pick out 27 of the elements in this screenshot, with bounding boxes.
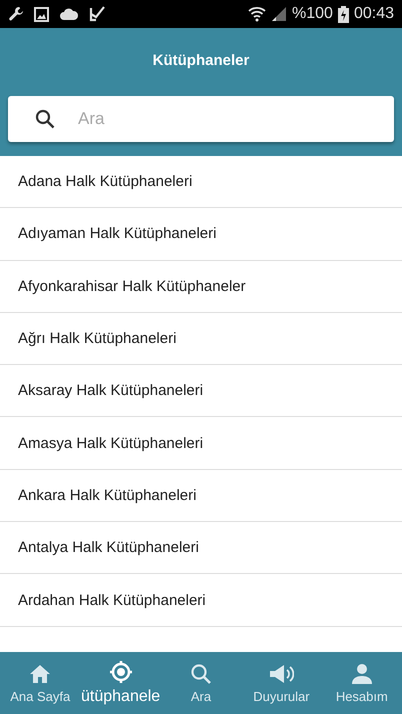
library-item[interactable]: Afyonkarahisar Halk Kütüphaneler xyxy=(0,260,402,313)
library-item[interactable]: Ankara Halk Kütüphaneleri xyxy=(0,470,402,522)
search-field[interactable]: Ara xyxy=(8,96,394,142)
wifi-icon xyxy=(248,6,266,22)
person-icon xyxy=(350,662,373,684)
screen-title: Kütüphaneler xyxy=(152,51,250,71)
library-item[interactable]: Ağrı Halk Kütüphaneleri xyxy=(0,312,402,366)
nav-tab[interactable]: ütüphanele xyxy=(80,652,161,714)
battery-icon xyxy=(338,6,349,22)
library-item[interactable]: Ardahan Halk Kütüphaneleri xyxy=(0,574,402,627)
search-icon xyxy=(34,108,56,130)
library-item[interactable]: Adıyaman Halk Kütüphaneleri xyxy=(0,208,402,261)
battery-percent: %100 xyxy=(292,5,333,23)
wrench-icon xyxy=(8,6,24,22)
cloud-icon xyxy=(59,7,79,21)
library-item[interactable]: Amasya Halk Kütüphaneleri xyxy=(0,417,402,470)
library-item[interactable]: Adana Halk Kütüphaneleri xyxy=(0,156,402,208)
checkmark-icon xyxy=(89,6,105,22)
image-icon xyxy=(34,6,49,22)
search-input[interactable]: Ara xyxy=(76,108,376,130)
target-icon xyxy=(108,660,133,684)
home-icon xyxy=(29,662,52,684)
signal-icon xyxy=(271,6,288,22)
search-icon xyxy=(190,662,212,684)
clock: 00:43 xyxy=(354,5,394,23)
library-item[interactable]: Aksaray Halk Kütüphaneleri xyxy=(0,365,402,418)
library-item[interactable]: Antalya Halk Kütüphaneleri xyxy=(0,522,402,574)
